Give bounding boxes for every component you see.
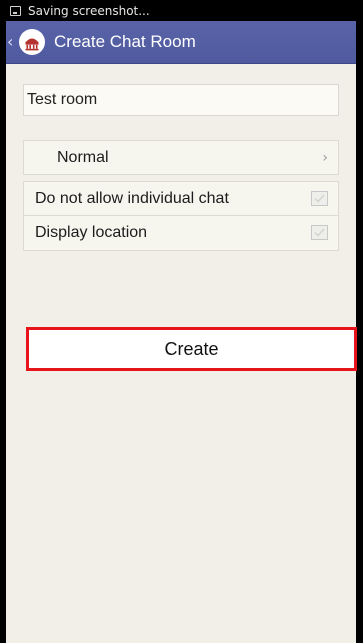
status-text: Saving screenshot...	[28, 3, 150, 18]
check-icon	[314, 194, 325, 203]
building-logo-icon	[21, 31, 43, 53]
page-title: Create Chat Room	[54, 32, 196, 51]
app-logo-icon[interactable]	[19, 29, 45, 55]
no-individual-chat-checkbox[interactable]	[311, 191, 328, 206]
options-list: Do not allow individual chat Display loc…	[23, 181, 339, 251]
display-location-checkbox[interactable]	[311, 225, 328, 240]
status-bar: Saving screenshot...	[6, 0, 356, 21]
option-label: Do not allow individual chat	[35, 189, 229, 207]
room-type-value: Normal	[57, 148, 109, 166]
check-icon	[314, 228, 325, 237]
chevron-right-icon: ›	[322, 150, 328, 166]
create-button[interactable]: Create	[26, 327, 357, 371]
form-content: Normal › Do not allow individual chat Di…	[6, 64, 356, 251]
screen-frame: Saving screenshot... ‹ Create Chat Room …	[0, 0, 363, 643]
option-label: Display location	[35, 224, 148, 241]
back-chevron-icon[interactable]: ‹	[7, 34, 17, 50]
room-name-input[interactable]	[23, 84, 339, 116]
app-bar: ‹ Create Chat Room	[6, 21, 356, 64]
option-no-individual-chat[interactable]: Do not allow individual chat	[23, 181, 339, 216]
room-type-selector[interactable]: Normal ›	[23, 140, 339, 175]
screenshot-icon	[10, 5, 21, 16]
option-display-location[interactable]: Display location	[23, 216, 339, 251]
